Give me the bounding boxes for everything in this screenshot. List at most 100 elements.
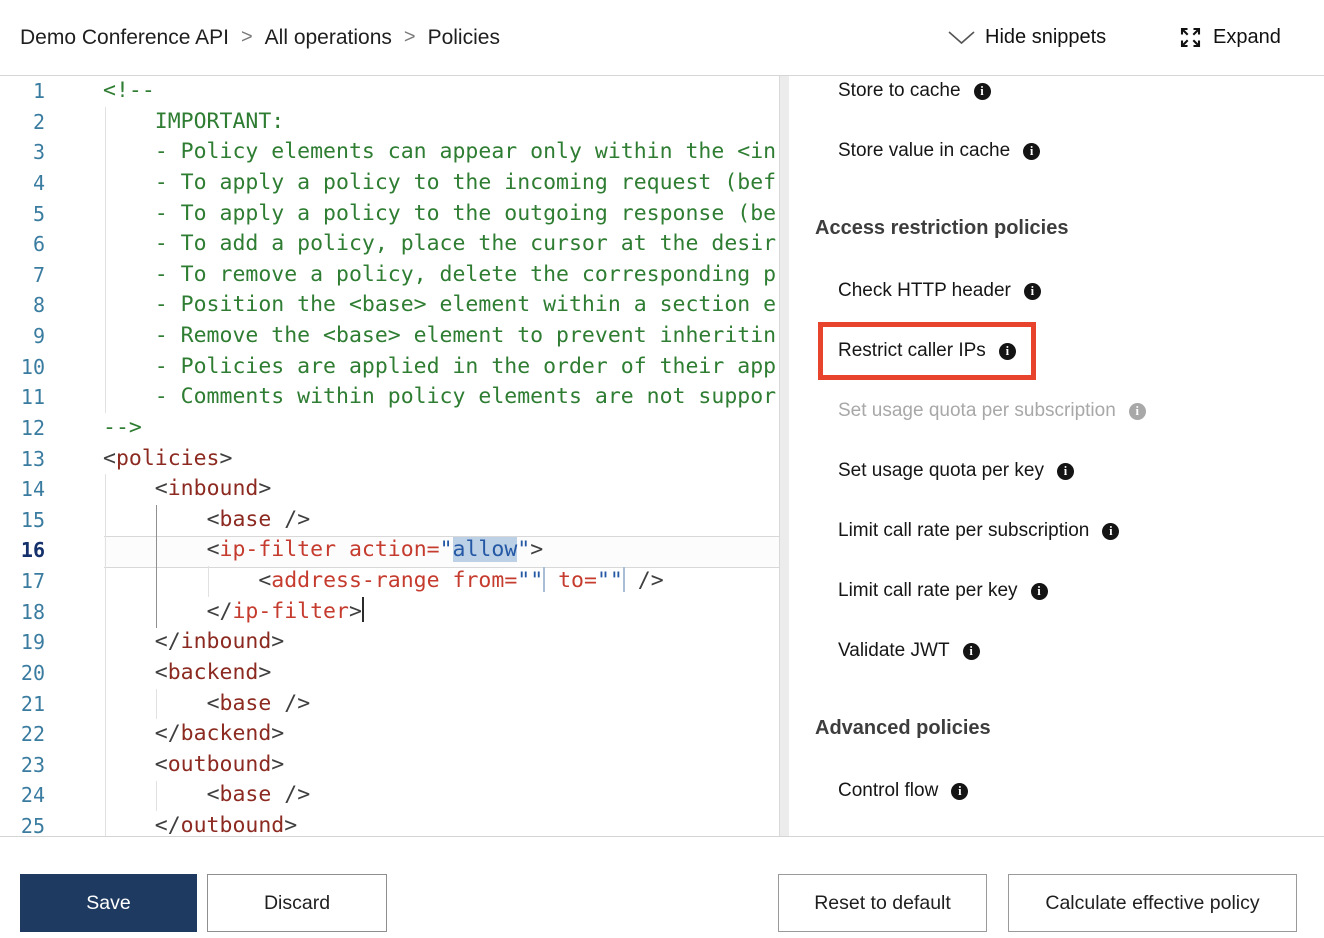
snippet-item-label: Validate JWT: [838, 640, 950, 662]
info-icon[interactable]: i: [1057, 463, 1074, 480]
code-line: IMPORTANT:: [103, 107, 779, 138]
code-line: - Policies are applied in the order of t…: [103, 352, 779, 383]
code-line: <base />: [103, 505, 779, 536]
snippet-item[interactable]: Store to cache i: [790, 76, 1324, 121]
expand-label: Expand: [1213, 26, 1281, 49]
snippet-item[interactable]: Set usage quota per key i: [790, 441, 1324, 501]
line-number: 19: [0, 627, 45, 658]
line-number: 6: [0, 229, 45, 260]
snippet-item[interactable]: Check HTTP header i: [790, 261, 1324, 321]
line-number: 4: [0, 168, 45, 199]
info-icon[interactable]: i: [974, 83, 991, 100]
snippet-item[interactable]: Limit call rate per subscriptioni: [790, 501, 1324, 561]
snippet-item-label: Set usage quota per key: [838, 460, 1044, 482]
line-number: 13: [0, 444, 45, 475]
line-number: 17: [0, 566, 45, 597]
breadcrumb-separator: >: [404, 26, 416, 49]
info-icon[interactable]: i: [1102, 523, 1119, 540]
snippet-item-label: Limit call rate per key: [838, 580, 1018, 602]
code-line: - Comments within policy elements are no…: [103, 382, 779, 413]
code-line: </ip-filter>: [103, 597, 779, 628]
info-icon[interactable]: i: [963, 643, 980, 660]
policy-editor-page: Demo Conference API > All operations > Polic…: [0, 0, 1324, 938]
code-line: <policies>: [103, 444, 779, 475]
info-icon[interactable]: i: [1023, 143, 1040, 160]
hide-snippets-label: Hide snippets: [985, 26, 1106, 49]
breadcrumb-item[interactable]: Demo Conference API: [20, 26, 229, 50]
info-icon[interactable]: i: [999, 343, 1016, 360]
selected-text: allow: [453, 537, 518, 562]
snippet-item-label: Store to cache: [838, 80, 961, 102]
code-line: </inbound>: [103, 627, 779, 658]
line-number: 20: [0, 658, 45, 689]
line-number: 24: [0, 780, 45, 811]
line-number: 11: [0, 382, 45, 413]
line-number: 9: [0, 321, 45, 352]
placeholder-caret: [543, 567, 545, 592]
info-icon[interactable]: i: [1024, 283, 1041, 300]
code-line: - To remove a policy, delete the corresp…: [103, 260, 779, 291]
line-number: 2: [0, 107, 45, 138]
snippet-item[interactable]: Restrict caller IPsi: [790, 321, 1324, 381]
line-number: 15: [0, 505, 45, 536]
breadcrumb: Demo Conference API > All operations > Polic…: [20, 0, 500, 75]
snippet-section-heading: Advanced policies: [790, 681, 1324, 761]
placeholder-caret: [623, 567, 625, 592]
expand-button[interactable]: Expand: [1178, 0, 1281, 75]
line-number: 10: [0, 352, 45, 383]
line-number: 22: [0, 719, 45, 750]
info-icon[interactable]: i: [951, 783, 968, 800]
expand-arrows-icon: [1178, 25, 1203, 50]
line-number: 8: [0, 290, 45, 321]
policy-code-editor[interactable]: 1234567891011121314151617181920212223242…: [0, 76, 789, 836]
reset-to-default-button[interactable]: Reset to default: [778, 874, 987, 932]
code-line: -->: [103, 413, 779, 444]
line-number: 25: [0, 811, 45, 836]
breadcrumb-item[interactable]: Policies: [428, 26, 500, 50]
snippet-list: Store to cacheiStore value in cacheiAcce…: [790, 76, 1324, 821]
code-line: - To apply a policy to the outgoing resp…: [103, 199, 779, 230]
editor-scrollbar[interactable]: [779, 76, 789, 836]
code-line: </outbound>: [103, 811, 779, 836]
line-number: 7: [0, 260, 45, 291]
code-line: <ip-filter action="allow">: [103, 535, 779, 566]
line-number: 5: [0, 199, 45, 230]
code-line: - Remove the <base> element to prevent i…: [103, 321, 779, 352]
code-line: <base />: [103, 780, 779, 811]
code-line: <outbound>: [103, 750, 779, 781]
code-line: - To apply a policy to the incoming requ…: [103, 168, 779, 199]
line-number: 16: [0, 535, 45, 566]
snippet-item[interactable]: Control flow i: [790, 761, 1324, 821]
info-icon[interactable]: i: [1031, 583, 1048, 600]
chevron-down-icon: [948, 31, 975, 45]
policy-snippets-panel: Store to cacheiStore value in cacheiAcce…: [790, 76, 1324, 836]
code-line: <inbound>: [103, 474, 779, 505]
snippet-item-label: Store value in cache: [838, 140, 1010, 162]
snippet-item-label: Check HTTP header: [838, 280, 1011, 302]
snippet-item[interactable]: Limit call rate per key i: [790, 561, 1324, 621]
line-number: 14: [0, 474, 45, 505]
code-line: - Position the <base> element within a s…: [103, 290, 779, 321]
snippet-item[interactable]: Validate JWT i: [790, 621, 1324, 681]
code-line: <address-range from="" to="" />: [103, 566, 779, 597]
save-button[interactable]: Save: [20, 874, 197, 932]
breadcrumb-separator: >: [241, 26, 253, 49]
highlight-annotation-box: Restrict caller IPsi: [818, 322, 1036, 380]
snippet-item-label: Set usage quota per subscription: [838, 400, 1116, 422]
code-line: - To add a policy, place the cursor at t…: [103, 229, 779, 260]
line-number: 1: [0, 76, 45, 107]
code-line: </backend>: [103, 719, 779, 750]
hide-snippets-toggle[interactable]: Hide snippets: [948, 0, 1106, 75]
discard-button[interactable]: Discard: [207, 874, 387, 932]
header-bar: Demo Conference API > All operations > Polic…: [0, 0, 1324, 76]
code-line: <backend>: [103, 658, 779, 689]
info-icon[interactable]: i: [1129, 403, 1146, 420]
calculate-effective-policy-button[interactable]: Calculate effective policy: [1008, 874, 1297, 932]
footer-bar: Save Discard Reset to default Calculate …: [0, 836, 1324, 938]
text-caret: [362, 597, 364, 622]
snippet-item-label: Control flow: [838, 780, 938, 802]
breadcrumb-item[interactable]: All operations: [265, 26, 392, 50]
snippet-item: Set usage quota per subscription i: [790, 381, 1324, 441]
line-number: 3: [0, 137, 45, 168]
snippet-item[interactable]: Store value in cache i: [790, 121, 1324, 181]
